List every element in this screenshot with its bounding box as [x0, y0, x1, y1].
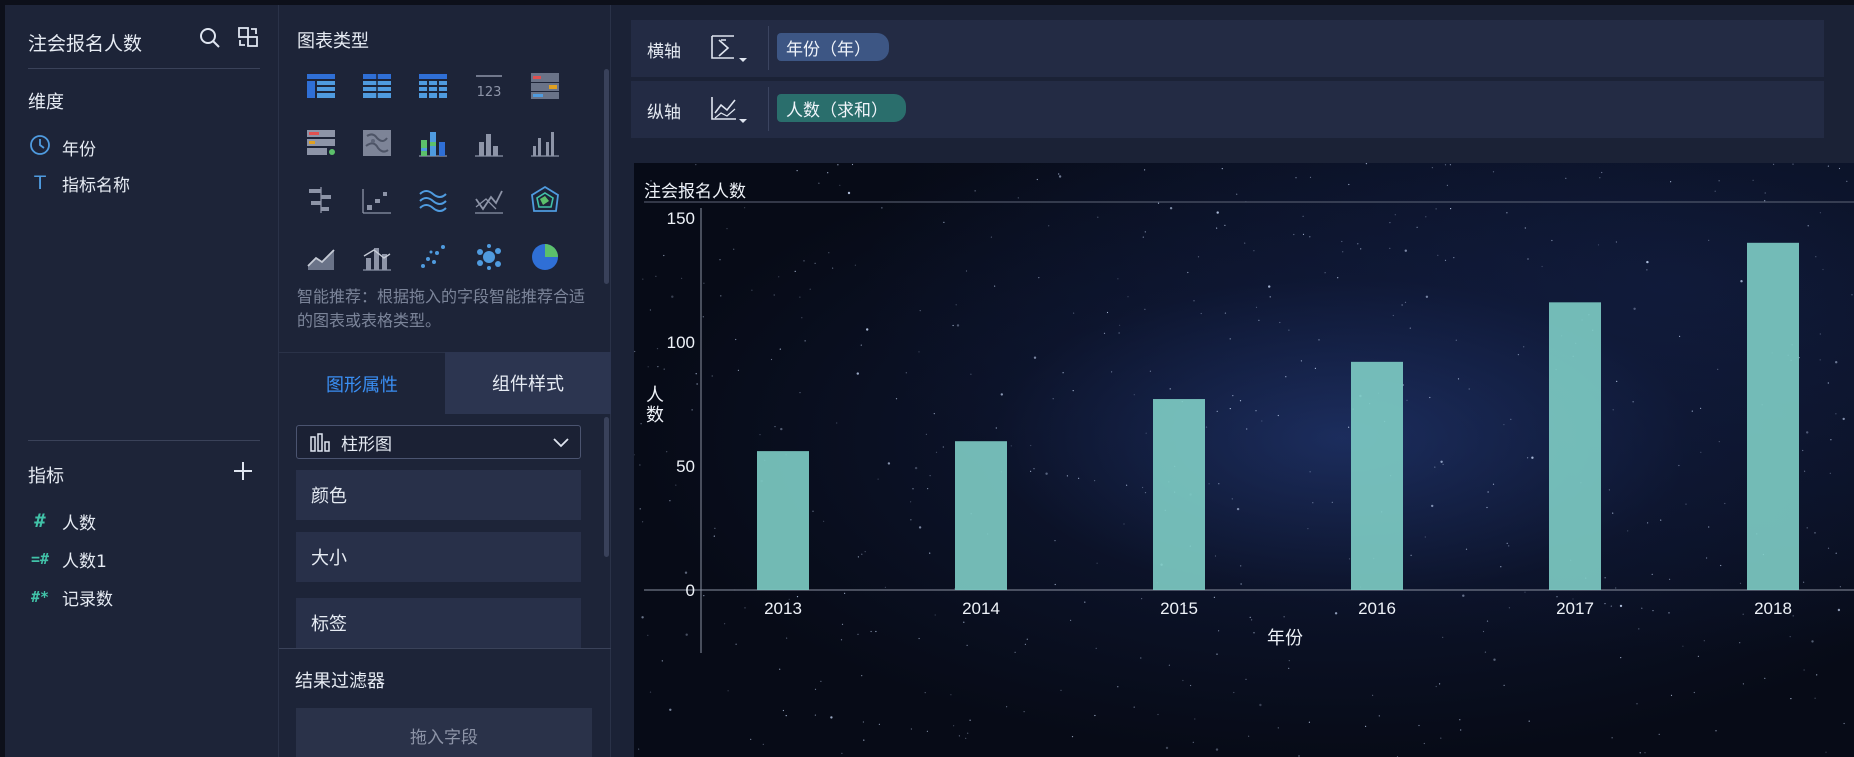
x-axis-shelf[interactable]: 横轴 年份（年） — [631, 20, 1824, 77]
x-tick-label: 2015 — [1160, 599, 1198, 618]
metric-label: 人数1 — [62, 551, 107, 572]
property-size[interactable]: 大小 — [296, 532, 581, 582]
y-axis-title: 人数 — [646, 385, 664, 426]
x-axis-title: 年份 — [1267, 628, 1303, 649]
pie-icon[interactable] — [529, 242, 561, 272]
bar — [757, 451, 809, 590]
bar — [1549, 302, 1601, 590]
switch-dataset-icon[interactable] — [236, 25, 260, 51]
separator — [768, 87, 769, 131]
chart-config-panel: 图表类型 123 智能推荐：根据拖入的字段智能推荐合适的图表或表格类型。 图形属… — [279, 5, 611, 757]
property-tabs: 图形属性 组件样式 — [279, 352, 611, 414]
chart-types-title: 图表类型 — [297, 31, 369, 52]
y-tick-label: 50 — [676, 457, 695, 476]
dimension-item-year[interactable]: 年份 — [28, 133, 96, 161]
svg-text:123: 123 — [477, 85, 502, 100]
add-metric-button[interactable] — [231, 459, 255, 483]
y-axis-label: 纵轴 — [647, 103, 681, 123]
property-label[interactable]: 标签 — [296, 598, 581, 648]
x-tick-label: 2014 — [962, 599, 1000, 618]
x-tick-label: 2013 — [764, 599, 802, 618]
y-axis-shelf[interactable]: 纵轴 人数（求和） — [631, 81, 1824, 138]
dimension-label: 指标名称 — [62, 175, 130, 196]
x-axis-label: 横轴 — [647, 42, 681, 62]
smart-recommend-tip: 智能推荐：根据拖入的字段智能推荐合适的图表或表格类型。 — [297, 287, 586, 330]
dataset-header: 注会报名人数 — [28, 25, 260, 69]
tab-graph-properties[interactable]: 图形属性 — [279, 352, 445, 414]
wave-line-icon[interactable] — [417, 185, 449, 215]
metric-label: 人数 — [62, 513, 96, 534]
clock-icon — [28, 134, 52, 161]
metric-item-count1[interactable]: =# 人数1 — [28, 545, 107, 573]
horizontal-bar-icon[interactable] — [305, 185, 337, 215]
dataset-title: 注会报名人数 — [28, 33, 143, 55]
y-tick-label: 0 — [686, 581, 695, 600]
chart-type-select-value: 柱形图 — [341, 434, 392, 455]
radar-icon[interactable] — [529, 185, 561, 215]
bar — [1747, 242, 1799, 591]
x-axis-field-pill[interactable]: 年份（年） — [777, 33, 889, 61]
chart-workspace: 横轴 年份（年） 纵轴 人数（求和） 注会报名人数 0 50 100 150 人数 201… — [611, 5, 1854, 757]
chart-type-select[interactable]: 柱形图 — [296, 425, 581, 459]
chart-canvas: 注会报名人数 0 50 100 150 人数 2013 2014 2015 2016 2017 20… — [634, 163, 1854, 757]
y-axis-field-pill[interactable]: 人数（求和） — [777, 94, 906, 122]
metric-item-count[interactable]: # 人数 — [28, 507, 96, 535]
y-axis-chart-type-icon[interactable] — [709, 93, 749, 127]
indicator-card-icon[interactable] — [305, 128, 337, 158]
divider — [279, 648, 611, 649]
scatter-icon[interactable] — [417, 242, 449, 272]
tab-component-style[interactable]: 组件样式 — [445, 352, 611, 414]
x-tick-label: 2018 — [1754, 599, 1792, 618]
result-filter-title: 结果过滤器 — [295, 671, 385, 692]
combo-bar-line-icon[interactable] — [361, 242, 393, 272]
search-icon[interactable] — [198, 25, 222, 51]
property-color[interactable]: 颜色 — [296, 470, 581, 520]
line-compare-icon[interactable] — [473, 185, 505, 215]
measure-calculated-icon: =# — [30, 550, 50, 568]
grouped-bar-icon[interactable] — [529, 128, 561, 158]
table-icon[interactable] — [305, 71, 337, 101]
crosstab-icon[interactable] — [361, 71, 393, 101]
field-panel: 注会报名人数 维度 年份 T 指标名称 指标 # 人数 =# 人数1 #* 记录… — [5, 5, 279, 757]
separator — [768, 26, 769, 70]
plus-icon — [234, 462, 252, 480]
dimension-label: 年份 — [62, 139, 96, 160]
bar-chart-icon[interactable] — [473, 128, 505, 158]
chart-type-grid: 123 — [305, 71, 577, 272]
bar-chart-icon — [310, 433, 330, 452]
metric-item-record-count[interactable]: #* 记录数 — [28, 583, 113, 611]
metric-label: 记录数 — [62, 589, 113, 610]
kpi-card-icon[interactable] — [529, 71, 561, 101]
detail-table-icon[interactable] — [417, 71, 449, 101]
dimensions-title: 维度 — [28, 92, 64, 113]
measure-record-icon: #* — [30, 588, 50, 606]
y-tick-label: 100 — [667, 333, 695, 352]
app-window: 注会报名人数 维度 年份 T 指标名称 指标 # 人数 =# 人数1 #* 记录… — [0, 0, 1854, 757]
text-type-icon: T — [34, 172, 46, 194]
bar-chart: 0 50 100 150 人数 2013 2014 2015 2016 2017 2018 年份 — [644, 201, 1854, 653]
stacked-bar-icon[interactable] — [417, 128, 449, 158]
x-tick-label: 2017 — [1556, 599, 1594, 618]
bar — [1351, 361, 1403, 590]
area-line-icon[interactable] — [305, 242, 337, 272]
x-axis-chart-type-icon[interactable] — [709, 32, 749, 66]
dimension-item-indicator-name[interactable]: T 指标名称 — [28, 169, 130, 197]
scatter-step-icon[interactable] — [361, 185, 393, 215]
metrics-title: 指标 — [28, 466, 64, 487]
bar — [955, 441, 1007, 590]
divider — [28, 440, 260, 441]
bar — [1153, 399, 1205, 590]
y-tick-label: 150 — [667, 209, 695, 228]
x-tick-label: 2016 — [1358, 599, 1396, 618]
bubble-icon[interactable] — [473, 242, 505, 272]
chevron-down-icon — [553, 438, 569, 448]
kpi-number-icon[interactable]: 123 — [473, 71, 505, 101]
filter-drop-zone[interactable]: 拖入字段 — [296, 708, 592, 757]
measure-number-icon: # — [34, 510, 46, 532]
chart-types-scrollbar[interactable] — [604, 69, 609, 284]
properties-scrollbar[interactable] — [604, 417, 609, 557]
area-map-icon[interactable] — [361, 128, 393, 158]
